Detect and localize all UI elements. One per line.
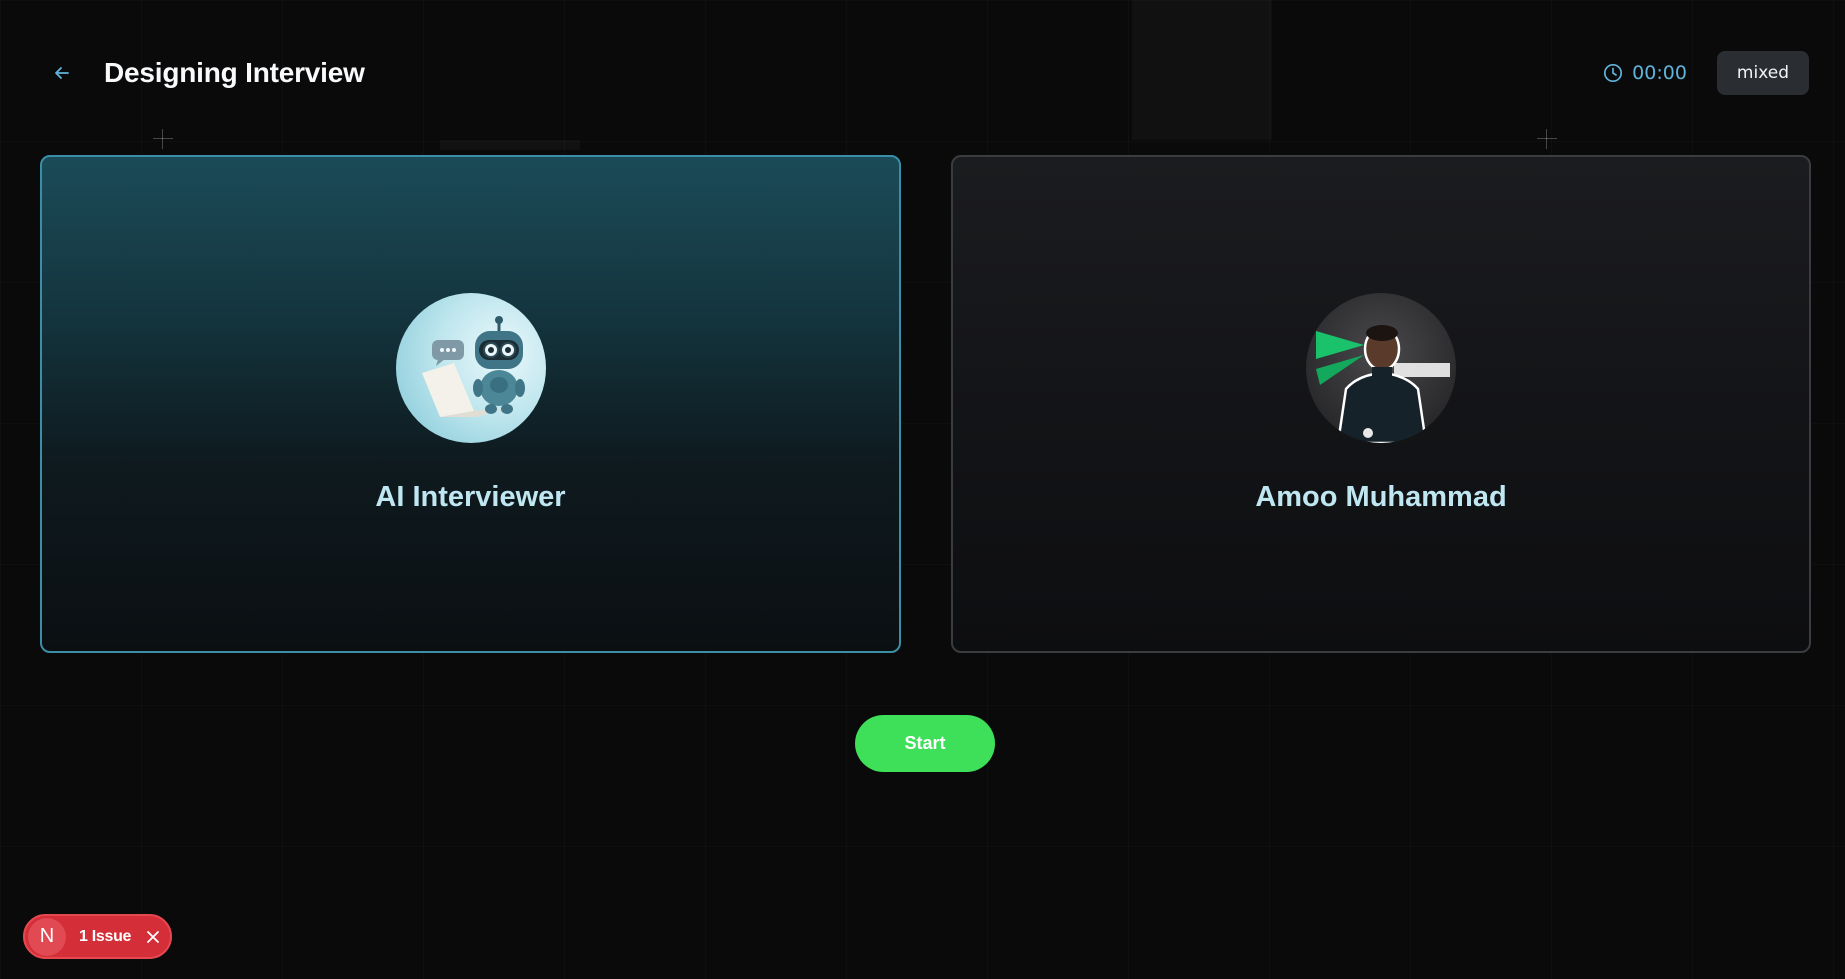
- issue-count-label[interactable]: 1 Issue: [79, 928, 131, 946]
- candidate-avatar: [1306, 293, 1456, 443]
- sparkle-decoration: [153, 129, 173, 149]
- ai-interviewer-name: AI Interviewer: [375, 481, 566, 513]
- header-controls: 00:00 mixed: [1603, 51, 1809, 95]
- candidate-name: Amoo Muhammad: [1255, 481, 1507, 513]
- robot-laptop-icon: [421, 316, 525, 417]
- user-photo-icon: [1316, 325, 1450, 443]
- interview-timer: 00:00: [1603, 62, 1687, 84]
- page-header: Designing Interview 00:00 mixed: [40, 48, 1809, 98]
- candidate-card: Amoo Muhammad: [951, 155, 1811, 653]
- issues-badge[interactable]: N 1 Issue: [23, 914, 172, 959]
- ai-interviewer-card: AI Interviewer: [40, 155, 901, 653]
- background-panel: [440, 140, 580, 150]
- ai-interviewer-avatar: [395, 293, 546, 443]
- interview-page: Designing Interview 00:00 mixed AI Inter…: [0, 0, 1845, 979]
- close-icon: [147, 930, 160, 943]
- arrow-left-icon: [55, 67, 69, 79]
- timer-value: 00:00: [1632, 62, 1687, 84]
- close-issues-button[interactable]: [143, 927, 163, 947]
- interview-mode-badge[interactable]: mixed: [1716, 51, 1809, 95]
- start-button[interactable]: Start: [855, 715, 995, 772]
- sparkle-decoration: [1537, 129, 1557, 149]
- page-title: Designing Interview: [104, 57, 365, 88]
- back-button[interactable]: [40, 51, 84, 95]
- nextjs-logo-icon[interactable]: N: [28, 917, 66, 956]
- clock-icon: [1604, 63, 1623, 83]
